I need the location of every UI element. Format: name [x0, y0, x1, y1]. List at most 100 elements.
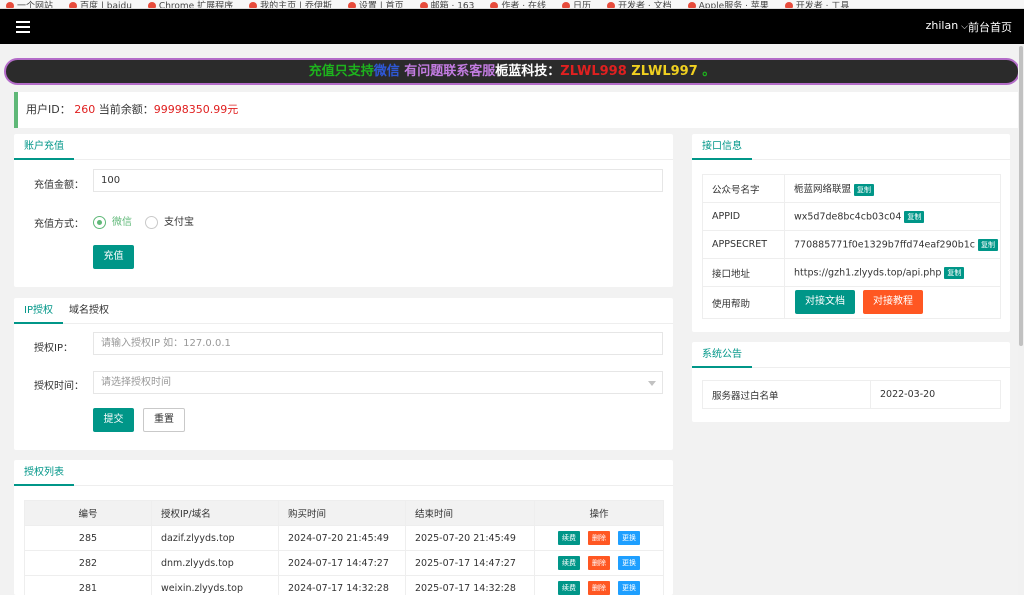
notice-row[interactable]: 服务器过白名单 2022-03-20: [702, 380, 1001, 409]
time-select[interactable]: 请选择授权时间: [93, 371, 663, 394]
dropdown-arrow-icon: [648, 381, 656, 386]
bookmark-favicon-icon: [249, 1, 258, 8]
bookmark-item[interactable]: 日历: [561, 1, 591, 9]
bookmark-item[interactable]: 开发者 · 工具: [784, 1, 850, 9]
bookmark-favicon-icon: [687, 1, 696, 8]
bookmark-item[interactable]: 作者 · 在线: [490, 1, 546, 8]
api-info-label: 接口地址: [702, 258, 785, 287]
reset-button[interactable]: 重置: [143, 408, 185, 432]
change-button[interactable]: 更换: [618, 531, 640, 545]
tab-domain-auth[interactable]: 域名授权: [59, 298, 119, 324]
bookmark-label: 邮箱 · 163: [430, 1, 475, 9]
menu-toggle-icon[interactable]: [16, 21, 30, 33]
cell-actions: 续费 删除 更换: [534, 525, 664, 551]
notice-title: 服务器过白名单: [702, 380, 871, 409]
bookmark-label: 日历: [572, 1, 591, 9]
cell-id: 282: [24, 550, 152, 576]
table-row: 282 dnm.zlyyds.top 2024-07-17 14:47:27 2025…: [24, 550, 664, 576]
api-info-value: 770885771f0e1329b7ffd74eaf290b1c: [794, 239, 975, 250]
cell-domain: dazif.zlyyds.top: [151, 525, 279, 551]
bookmark-favicon-icon: [561, 1, 570, 8]
scrollbar-thumb[interactable]: [1019, 46, 1023, 346]
user-info-strip: 用户ID： 260 当前余额：99998350.99元: [14, 92, 1020, 128]
tab-auth-list[interactable]: 授权列表: [14, 460, 74, 486]
balance-label: 当前余额：: [98, 103, 154, 116]
chevron-down-icon: ⌵: [961, 22, 968, 32]
renew-button[interactable]: 续费: [558, 556, 580, 570]
api-info-row: 接口地址 https://gzh1.zlyyds.top/api.php 复制: [702, 258, 1001, 287]
api-info-table: 公众号名字 栀蓝网络联盟 复制 APPID wx5d7de8bc4cb03c04 复制 AP…: [702, 174, 1001, 319]
username: zhilan: [925, 19, 959, 32]
bookmark-label: Chrome 扩展程序: [158, 1, 234, 9]
balance-value: 99998350.99元: [153, 103, 239, 116]
amount-input[interactable]: 100: [93, 169, 663, 192]
marquee-text: 。: [697, 64, 716, 79]
user-menu[interactable]: zhilan ⌵: [926, 19, 968, 32]
bookmark-item[interactable]: Chrome 扩展程序: [147, 1, 234, 9]
cell-actions: 续费 删除 更换: [534, 575, 664, 595]
bookmark-item[interactable]: Apple服务 · 苹果: [687, 1, 769, 8]
api-info-value-cell: https://gzh1.zlyyds.top/api.php 复制: [784, 258, 1001, 287]
bookmark-favicon-icon: [347, 1, 356, 8]
bookmark-label: 开发者 · 工具: [795, 1, 850, 9]
tab-api-info[interactable]: 接口信息: [692, 134, 752, 160]
bookmark-label: 开发者 · 文档: [618, 1, 672, 9]
bookmark-item[interactable]: 设置 | 首页: [347, 1, 404, 8]
home-link[interactable]: 前台首页: [968, 19, 1012, 35]
tab-ip-auth[interactable]: IP授权: [14, 298, 63, 324]
recharge-button[interactable]: 充值: [93, 245, 134, 269]
ip-input[interactable]: 请输入授权IP 如：127.0.0.1: [93, 332, 663, 355]
ip-label: 授权IP：: [34, 343, 73, 354]
cell-domain: weixin.zlyyds.top: [151, 575, 279, 595]
table-header-row: 编号 授权IP/域名 购买时间 结束时间 操作: [24, 500, 664, 526]
cell-start: 2024-07-17 14:47:27: [278, 550, 406, 576]
marquee-text: 联系客服: [443, 64, 496, 79]
submit-button[interactable]: 提交: [93, 408, 134, 432]
col-header: 购买时间: [278, 500, 406, 526]
tab-recharge[interactable]: 账户充值: [14, 134, 74, 160]
cell-end: 2025-07-17 14:32:28: [405, 575, 535, 595]
api-info-row: APPSECRET 770885771f0e1329b7ffd74eaf290b1…: [702, 230, 1001, 259]
change-button[interactable]: 更换: [618, 581, 640, 595]
radio-wechat[interactable]: 微信: [93, 213, 132, 229]
cell-start: 2024-07-17 14:32:28: [278, 575, 406, 595]
marquee-text: ZLWL998: [560, 64, 627, 79]
bookmark-item[interactable]: 邮箱 · 163: [419, 1, 475, 9]
radio-alipay[interactable]: 支付宝: [145, 213, 194, 229]
radio-label: 微信: [112, 217, 132, 228]
time-select-placeholder: 请选择授权时间: [101, 377, 171, 388]
copy-button[interactable]: 复制: [854, 183, 875, 196]
bookmark-item[interactable]: 百度 | baidu: [69, 1, 132, 8]
bookmark-favicon-icon: [147, 1, 156, 8]
delete-button[interactable]: 删除: [588, 581, 610, 595]
user-id-label: 用户ID：: [26, 103, 71, 116]
copy-button[interactable]: 复制: [978, 238, 998, 251]
renew-button[interactable]: 续费: [558, 581, 580, 595]
api-doc-button[interactable]: 对接文档: [795, 290, 855, 314]
marquee-text: 栀蓝科技：: [495, 64, 561, 79]
api-info-value: 栀蓝网络联盟: [794, 184, 852, 196]
bookmark-label: 我的主页 | 乔伊斯: [260, 1, 332, 9]
api-tutorial-button[interactable]: 对接教程: [863, 290, 923, 314]
marquee-text: 有问题: [399, 64, 444, 79]
change-button[interactable]: 更换: [618, 556, 640, 570]
col-header: 结束时间: [405, 500, 535, 526]
bookmark-item[interactable]: 我的主页 | 乔伊斯: [249, 1, 332, 9]
method-label: 充值方式：: [34, 219, 84, 230]
renew-button[interactable]: 续费: [558, 531, 580, 545]
bookmarks-bar: 一个网站 百度 | baidu Chrome 扩展程序 我的主页 | 乔伊斯 设置 | …: [0, 0, 1024, 9]
bookmark-item[interactable]: 开发者 · 文档: [607, 1, 672, 9]
cell-end: 2025-07-17 14:47:27: [405, 550, 535, 576]
page-scrollbar[interactable]: [1018, 44, 1024, 595]
bookmark-item[interactable]: 一个网站: [6, 1, 53, 8]
api-info-value-cell: 770885771f0e1329b7ffd74eaf290b1c 复制: [784, 230, 1001, 259]
api-info-value: https://gzh1.zlyyds.top/api.php: [794, 267, 942, 278]
api-info-value-cell: wx5d7de8bc4cb03c04 复制: [784, 202, 1001, 231]
delete-button[interactable]: 删除: [588, 531, 610, 545]
copy-button[interactable]: 复制: [904, 210, 925, 223]
copy-button[interactable]: 复制: [944, 266, 965, 279]
cell-actions: 续费 删除 更换: [534, 550, 664, 576]
recharge-card: 账户充值 充值金额： 100 充值方式： 微信 支付宝 充值: [14, 134, 673, 287]
delete-button[interactable]: 删除: [588, 556, 610, 570]
tab-notice[interactable]: 系统公告: [692, 342, 752, 368]
